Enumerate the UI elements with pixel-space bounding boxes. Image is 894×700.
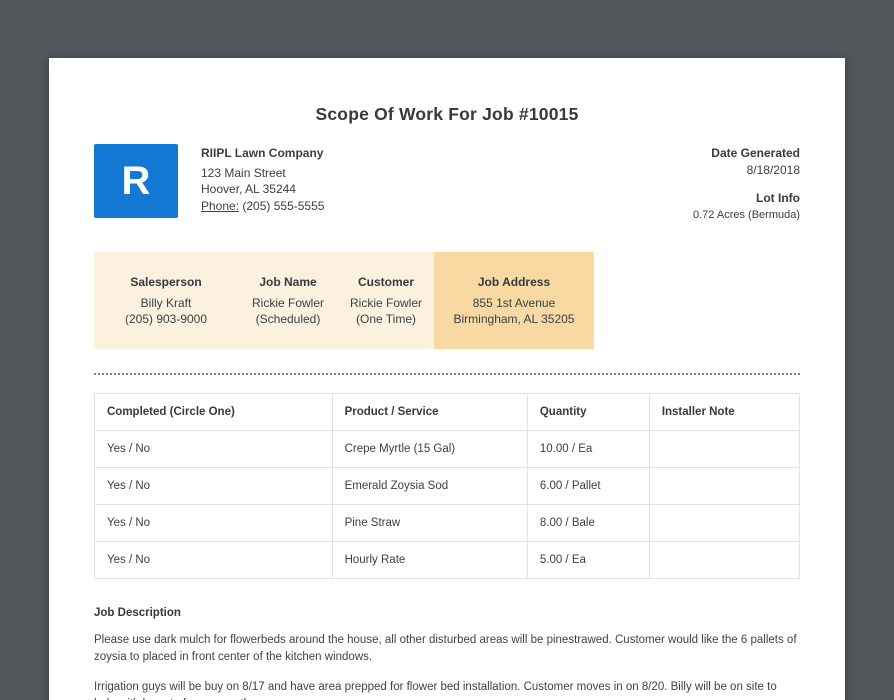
company-name: RIIPL Lawn Company: [201, 146, 324, 160]
cell-quantity: 6.00 / Pallet: [526, 467, 650, 505]
job-description-paragraph-1: Please use dark mulch for flowerbeds aro…: [94, 634, 797, 663]
table-row: Yes / No Crepe Myrtle (15 Gal) 10.00 / E…: [94, 430, 801, 468]
cell-completed: Yes / No: [94, 467, 333, 505]
viewer-background: { "doc": { "title": "Scope Of Work For J…: [0, 58, 894, 700]
customer-name: Rickie Fowler: [349, 296, 422, 310]
job-info-job-address: Job Address 855 1st Avenue Birmingham, A…: [434, 252, 594, 349]
salesperson-label: Salesperson: [130, 275, 202, 289]
dotted-divider: [94, 373, 800, 375]
header-completed: Completed (Circle One): [94, 393, 333, 431]
job-info-job-name: Job Name Rickie Fowler (Scheduled): [238, 252, 338, 349]
document-page: Scope Of Work For Job #10015 R RIIPL Law…: [49, 58, 845, 700]
meta-spacer: [693, 178, 800, 190]
document-meta: Date Generated 8/18/2018 Lot Info 0.72 A…: [693, 144, 800, 223]
header-product-service: Product / Service: [331, 393, 528, 431]
lot-info-value: 0.72 Acres (Bermuda): [693, 208, 800, 221]
table-header-row: Completed (Circle One) Product / Service…: [94, 393, 801, 431]
phone-label: Phone:: [201, 198, 240, 213]
cell-installer-note: [648, 467, 801, 505]
cell-quantity: 5.00 / Ea: [526, 541, 650, 579]
cell-completed: Yes / No: [94, 541, 333, 579]
job-info-bar: Salesperson Billy Kraft (205) 903-9000 J…: [94, 252, 800, 349]
company-address-line2: Hoover, AL 35244: [201, 182, 296, 196]
date-generated-label: Date Generated: [711, 146, 800, 160]
header-installer-note: Installer Note: [648, 393, 801, 431]
cell-product: Emerald Zoysia Sod: [331, 467, 528, 505]
cell-completed: Yes / No: [94, 504, 333, 542]
cell-installer-note: [648, 541, 801, 579]
job-name-value: Rickie Fowler: [251, 296, 324, 310]
customer-label: Customer: [357, 275, 414, 289]
company-phone: Phone: (205) 555-5555: [201, 198, 324, 215]
job-name-status: (Scheduled): [255, 312, 321, 326]
cell-product: Pine Straw: [331, 504, 528, 542]
table-row: Yes / No Hourly Rate 5.00 / Ea: [94, 541, 801, 579]
lot-info-label: Lot Info: [756, 191, 800, 205]
cell-quantity: 10.00 / Ea: [526, 430, 650, 468]
table-row: Yes / No Pine Straw 8.00 / Bale: [94, 504, 801, 542]
cell-product: Hourly Rate: [331, 541, 528, 579]
cell-completed: Yes / No: [94, 430, 333, 468]
job-info-salesperson: Salesperson Billy Kraft (205) 903-9000: [94, 252, 238, 349]
job-description-paragraph-2: Irrigation guys will be buy on 8/17 and …: [94, 681, 777, 700]
cell-installer-note: [648, 504, 801, 542]
job-address-line1: 855 1st Avenue: [472, 296, 556, 310]
job-description-heading: Job Description: [94, 607, 181, 619]
salesperson-name: Billy Kraft: [140, 296, 192, 310]
job-name-label: Job Name: [259, 275, 317, 289]
company-address-line1: 123 Main Street: [201, 165, 286, 180]
document-header: R RIIPL Lawn Company 123 Main Street Hoo…: [94, 144, 800, 223]
job-address-label: Job Address: [477, 275, 551, 289]
customer-type: (One Time): [355, 312, 416, 326]
date-generated-value: 8/18/2018: [746, 162, 800, 177]
cell-product: Crepe Myrtle (15 Gal): [331, 430, 528, 468]
phone-value: (205) 555-5555: [242, 198, 325, 213]
company-info: RIIPL Lawn Company 123 Main Street Hoove…: [201, 144, 324, 214]
company-logo: R: [94, 144, 178, 218]
cell-installer-note: [648, 430, 801, 468]
header-quantity: Quantity: [526, 393, 650, 431]
job-info-customer: Customer Rickie Fowler (One Time): [338, 252, 434, 349]
table-row: Yes / No Emerald Zoysia Sod 6.00 / Palle…: [94, 467, 801, 505]
salesperson-phone: (205) 903-9000: [124, 312, 208, 326]
logo-r-icon: R: [121, 159, 151, 203]
cell-quantity: 8.00 / Bale: [526, 504, 650, 542]
document-title: Scope Of Work For Job #10015: [315, 104, 579, 124]
scope-of-work-table: Completed (Circle One) Product / Service…: [94, 393, 801, 579]
company-header: R RIIPL Lawn Company 123 Main Street Hoo…: [94, 144, 324, 218]
job-address-line2: Birmingham, AL 35205: [453, 312, 575, 326]
